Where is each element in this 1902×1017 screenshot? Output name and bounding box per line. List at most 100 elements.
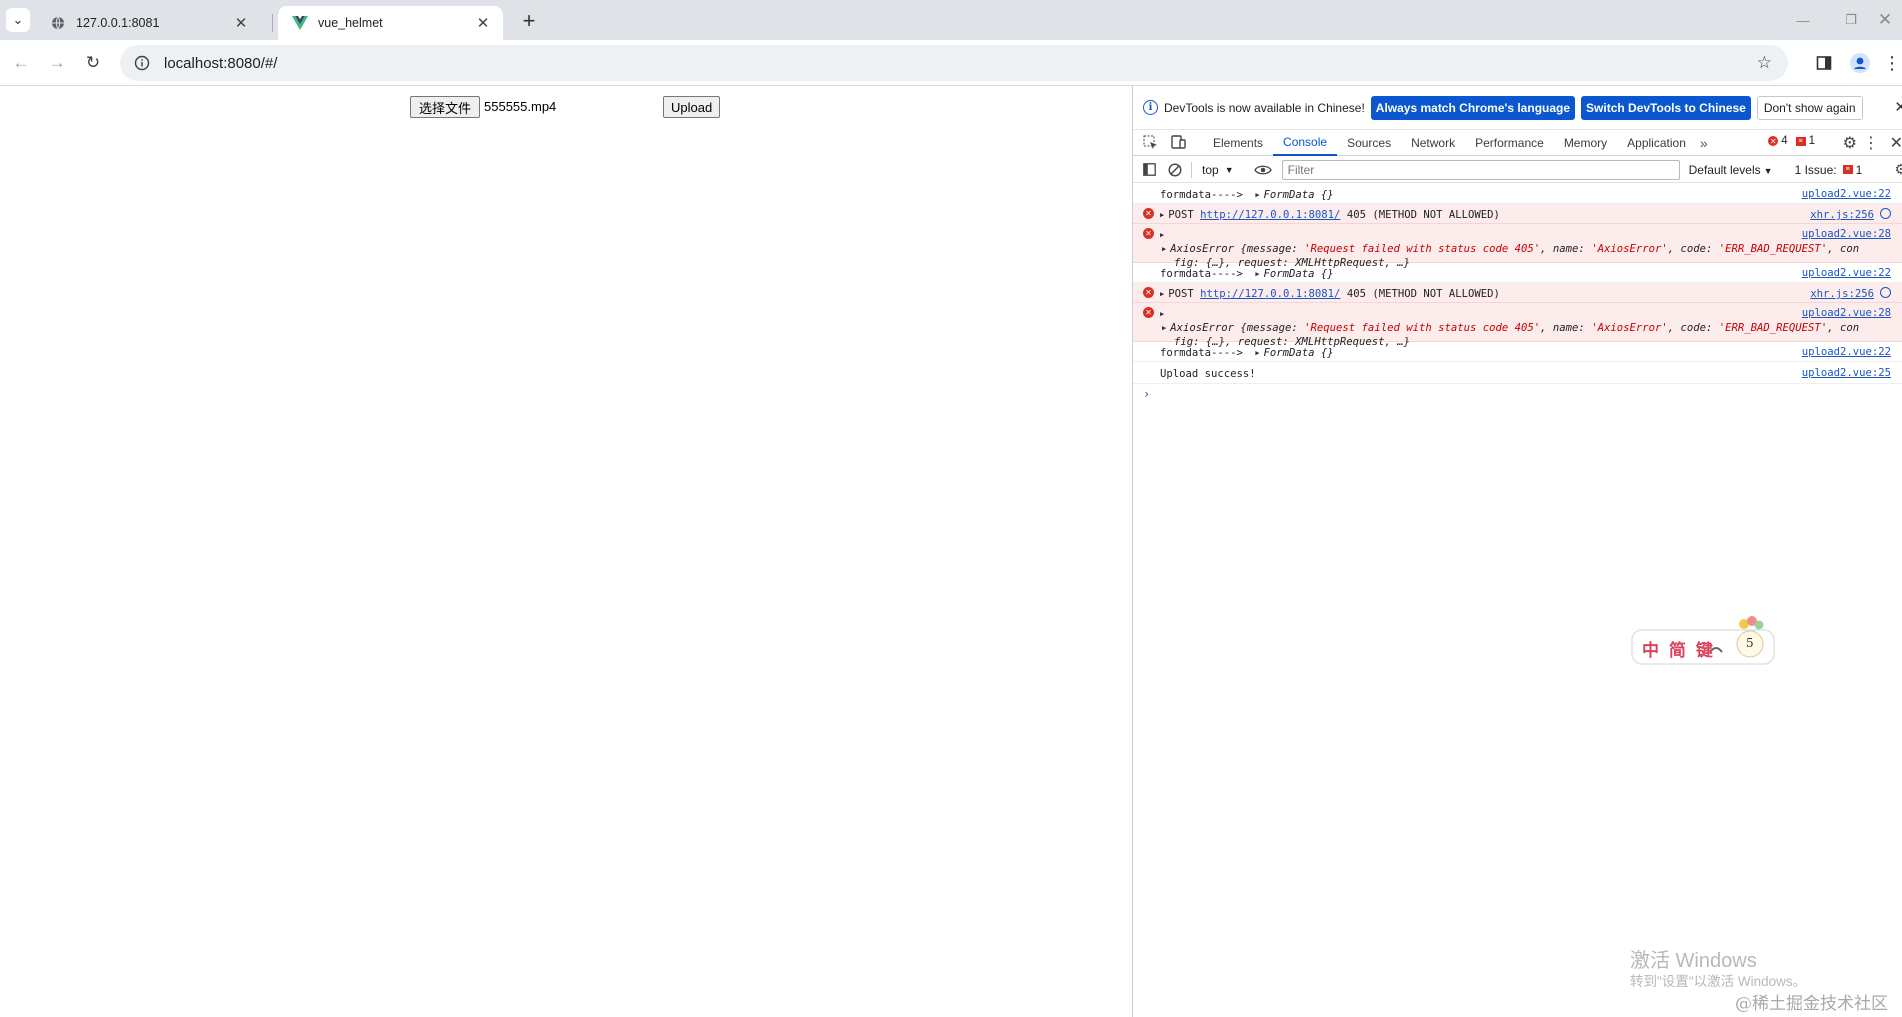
log-text: formdata----> bbox=[1160, 268, 1243, 280]
error-entry: ✕ ▶ POST http://127.0.0.1:8081/ 405 (METH… bbox=[1133, 204, 1902, 224]
chevron-down-icon: ⌄ bbox=[12, 12, 24, 27]
tab-application[interactable]: Application bbox=[1617, 130, 1696, 156]
tab-elements[interactable]: Elements bbox=[1203, 130, 1273, 156]
close-devtools-icon[interactable]: ✕ bbox=[1890, 133, 1902, 153]
prompt-chevron-icon: › bbox=[1143, 387, 1151, 401]
close-icon[interactable]: ✕ bbox=[475, 15, 491, 32]
expand-triangle-icon[interactable]: ▶ bbox=[1255, 191, 1259, 199]
switch-chinese-button[interactable]: Switch DevTools to Chinese bbox=[1581, 95, 1751, 120]
site-info-icon[interactable] bbox=[132, 53, 152, 73]
request-url-link[interactable]: http://127.0.0.1:8081/ bbox=[1200, 209, 1340, 221]
error-entry: ✕ ▶ POST http://127.0.0.1:8081/ 405 (METH… bbox=[1133, 283, 1902, 303]
more-tabs-icon[interactable]: » bbox=[1696, 135, 1712, 151]
tab-vue-helmet[interactable]: vue_helmet ✕ bbox=[278, 6, 503, 40]
back-arrow-icon[interactable]: ← bbox=[9, 51, 33, 75]
tab-title: 127.0.0.1:8081 bbox=[76, 16, 160, 30]
request-method: POST bbox=[1168, 209, 1194, 221]
expand-triangle-icon[interactable]: ▶ bbox=[1255, 349, 1259, 357]
devtools-menu-icon[interactable]: ⋮ bbox=[1863, 133, 1879, 153]
dont-show-again-button[interactable]: Don't show again bbox=[1756, 95, 1863, 120]
log-text: formdata----> bbox=[1160, 347, 1243, 359]
source-link[interactable]: upload2.vue:22 bbox=[1802, 267, 1891, 279]
tab-strip: ⌄ 127.0.0.1:8081 ✕ vue_helmet ✕ + — ❐ ✕ bbox=[0, 0, 1902, 40]
request-status: 405 (METHOD NOT ALLOWED) bbox=[1346, 209, 1500, 221]
expand-triangle-icon[interactable]: ▶ bbox=[1162, 245, 1166, 253]
clear-console-icon[interactable] bbox=[1165, 160, 1185, 180]
context-value: top bbox=[1202, 162, 1219, 177]
expand-triangle-icon[interactable]: ▶ bbox=[1160, 290, 1164, 298]
upload-button[interactable]: Upload bbox=[663, 96, 721, 118]
source-link[interactable]: upload2.vue:22 bbox=[1802, 188, 1891, 200]
console-filter-input[interactable]: Filter bbox=[1281, 159, 1680, 180]
log-object[interactable]: FormData {} bbox=[1264, 189, 1334, 201]
devtools-tabbar: Elements Console Sources Network Perform… bbox=[1133, 130, 1902, 156]
new-tab-button[interactable]: + bbox=[516, 10, 542, 32]
tab-search-button[interactable]: ⌄ bbox=[6, 8, 30, 32]
side-panel-icon[interactable] bbox=[1812, 51, 1836, 75]
device-toolbar-icon[interactable] bbox=[1167, 132, 1189, 154]
restore-icon[interactable]: ❐ bbox=[1836, 8, 1866, 32]
network-request-icon[interactable] bbox=[1880, 208, 1891, 219]
browser-menu-icon[interactable]: ⋮ bbox=[1880, 51, 1902, 75]
network-request-icon[interactable] bbox=[1880, 287, 1891, 298]
forward-arrow-icon[interactable]: → bbox=[45, 51, 69, 75]
request-url-link[interactable]: http://127.0.0.1:8081/ bbox=[1200, 288, 1340, 300]
expand-triangle-icon[interactable]: ▶ bbox=[1160, 231, 1164, 239]
log-levels-value: Default levels bbox=[1688, 162, 1761, 177]
context-selector[interactable]: top ▼ bbox=[1202, 163, 1234, 177]
ime-status-sticker[interactable]: 中 简 键 5 bbox=[1630, 612, 1780, 672]
match-language-button[interactable]: Always match Chrome's language bbox=[1370, 95, 1576, 120]
log-object[interactable]: FormData {} bbox=[1264, 347, 1334, 359]
error-issue-counters[interactable]: ✕ 4 ≡ 1 bbox=[1768, 135, 1815, 147]
issues-counter[interactable]: 1 Issue: ≡ 1 bbox=[1795, 163, 1863, 177]
error-count: 4 bbox=[1781, 135, 1788, 147]
issue-flag-icon: ≡ bbox=[1842, 165, 1853, 174]
source-link[interactable]: upload2.vue:28 bbox=[1802, 228, 1891, 240]
reload-icon[interactable]: ↻ bbox=[81, 51, 105, 75]
choose-file-button[interactable]: 选择文件 bbox=[410, 96, 481, 118]
source-link[interactable]: xhr.js:256 bbox=[1810, 287, 1891, 300]
activate-windows-title: 激活 Windows bbox=[1630, 950, 1757, 972]
sidebar-toggle-icon[interactable] bbox=[1139, 160, 1159, 180]
page-viewport: 选择文件 555555.mp4 Upload bbox=[0, 86, 1132, 1017]
log-entry: formdata----> ▶ FormData {} upload2.vue:2… bbox=[1133, 342, 1902, 362]
tab-127-0-0-1[interactable]: 127.0.0.1:8081 ✕ bbox=[36, 6, 261, 40]
console-log: formdata----> ▶ FormData {} upload2.vue:2… bbox=[1133, 184, 1902, 404]
console-prompt-input[interactable]: › bbox=[1133, 384, 1902, 404]
address-bar[interactable]: localhost:8080/#/ ☆ bbox=[120, 45, 1788, 81]
error-entry: ✕ ▶ ▶ AxiosError {message: 'Request faile… bbox=[1133, 303, 1902, 348]
close-window-icon[interactable]: ✕ bbox=[1870, 8, 1900, 32]
log-levels-dropdown[interactable]: Default levels ▼ bbox=[1689, 163, 1773, 177]
source-link[interactable]: upload2.vue:25 bbox=[1802, 367, 1891, 379]
expand-triangle-icon[interactable]: ▶ bbox=[1160, 310, 1164, 318]
ime-badge-number: 5 bbox=[1746, 636, 1754, 650]
minimize-icon[interactable]: — bbox=[1788, 8, 1818, 32]
close-icon[interactable]: ✕ bbox=[233, 15, 249, 32]
source-link[interactable]: upload2.vue:28 bbox=[1802, 307, 1891, 319]
expand-triangle-icon[interactable]: ▶ bbox=[1255, 270, 1259, 278]
live-expression-eye-icon[interactable] bbox=[1252, 164, 1274, 176]
expand-triangle-icon[interactable]: ▶ bbox=[1162, 324, 1166, 332]
site-watermark: @稀土掘金技术社区 bbox=[1735, 994, 1888, 1014]
tab-title: vue_helmet bbox=[318, 16, 383, 30]
tab-network[interactable]: Network bbox=[1401, 130, 1465, 156]
tab-sources[interactable]: Sources bbox=[1337, 130, 1401, 156]
close-icon[interactable]: ✕ bbox=[1894, 98, 1902, 116]
log-text: formdata----> bbox=[1160, 189, 1243, 201]
ime-mode-label: 中 简 键 bbox=[1642, 641, 1715, 661]
console-settings-gear-icon[interactable]: ⚙ bbox=[1894, 161, 1902, 178]
error-icon: ✕ bbox=[1143, 307, 1154, 318]
profile-avatar-icon[interactable] bbox=[1848, 51, 1872, 75]
source-link[interactable]: xhr.js:256 bbox=[1810, 208, 1891, 221]
log-entry: formdata----> ▶ FormData {} upload2.vue:2… bbox=[1133, 263, 1902, 283]
tab-console[interactable]: Console bbox=[1273, 130, 1338, 156]
source-link[interactable]: upload2.vue:22 bbox=[1802, 346, 1891, 358]
settings-gear-icon[interactable]: ⚙ bbox=[1843, 133, 1857, 153]
error-icon: ✕ bbox=[1143, 208, 1154, 219]
inspect-element-icon[interactable] bbox=[1139, 132, 1161, 154]
bookmark-star-icon[interactable]: ☆ bbox=[1757, 53, 1772, 73]
tab-performance[interactable]: Performance bbox=[1465, 130, 1554, 156]
log-object[interactable]: FormData {} bbox=[1264, 268, 1334, 280]
tab-memory[interactable]: Memory bbox=[1554, 130, 1617, 156]
expand-triangle-icon[interactable]: ▶ bbox=[1160, 211, 1164, 219]
